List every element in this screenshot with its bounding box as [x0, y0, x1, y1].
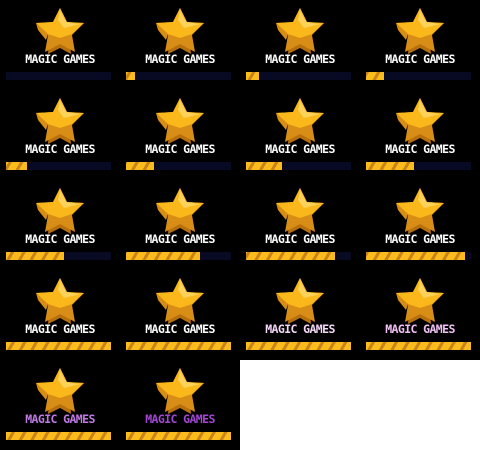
star-icon [394, 8, 446, 56]
progress-bar [126, 432, 231, 440]
progress-fill [246, 162, 282, 170]
progress-fill [246, 342, 351, 350]
logo-text: MAGIC GAMES [385, 232, 455, 246]
loading-frame: MAGIC GAMES [240, 270, 360, 360]
progress-bar [246, 342, 351, 350]
loading-frame: MAGIC GAMES [240, 180, 360, 270]
loading-frame: MAGIC GAMES [360, 180, 480, 270]
logo-text: MAGIC GAMES [145, 142, 215, 156]
progress-bar [126, 162, 231, 170]
logo-text: MAGIC GAMES [385, 322, 455, 336]
logo-text: MAGIC GAMES [145, 52, 215, 66]
loading-frame: MAGIC GAMES [120, 180, 240, 270]
star-icon [154, 8, 206, 56]
star-icon [34, 278, 86, 326]
progress-fill [366, 252, 465, 260]
logo-text: MAGIC GAMES [25, 232, 95, 246]
sprite-sheet: MAGIC GAMES MAGIC GAMES MAGIC GAMES MAGI… [0, 0, 480, 450]
loading-frame: MAGIC GAMES [120, 0, 240, 90]
star-icon [154, 368, 206, 416]
loading-frame: MAGIC GAMES [360, 0, 480, 90]
loading-frame: MAGIC GAMES [0, 360, 120, 450]
progress-fill [6, 162, 27, 170]
loading-frame: MAGIC GAMES [360, 270, 480, 360]
progress-fill [6, 342, 111, 350]
star-icon [154, 278, 206, 326]
loading-frame: MAGIC GAMES [360, 90, 480, 180]
star-icon [274, 98, 326, 146]
logo-text: MAGIC GAMES [145, 232, 215, 246]
loading-frame: MAGIC GAMES [0, 0, 120, 90]
logo-text: MAGIC GAMES [145, 322, 215, 336]
star-icon [34, 98, 86, 146]
star-icon [34, 188, 86, 236]
loading-frame: MAGIC GAMES [0, 180, 120, 270]
progress-fill [126, 162, 155, 170]
loading-frame: MAGIC GAMES [120, 360, 240, 450]
loading-frame: MAGIC GAMES [0, 90, 120, 180]
star-icon [394, 98, 446, 146]
logo-text: MAGIC GAMES [265, 142, 335, 156]
progress-fill [246, 72, 259, 80]
progress-bar [366, 252, 471, 260]
logo-text: MAGIC GAMES [145, 412, 215, 426]
progress-bar [366, 162, 471, 170]
logo-text: MAGIC GAMES [385, 52, 455, 66]
star-icon [154, 98, 206, 146]
progress-fill [126, 342, 231, 350]
progress-bar [366, 342, 471, 350]
star-icon [34, 8, 86, 56]
loading-frame: MAGIC GAMES [120, 270, 240, 360]
logo-text: MAGIC GAMES [265, 232, 335, 246]
star-icon [154, 188, 206, 236]
progress-fill [6, 432, 111, 440]
logo-text: MAGIC GAMES [25, 142, 95, 156]
progress-bar [366, 72, 471, 80]
logo-text: MAGIC GAMES [265, 322, 335, 336]
logo-text: MAGIC GAMES [25, 52, 95, 66]
progress-fill [6, 252, 64, 260]
progress-bar [126, 342, 231, 350]
progress-bar [126, 252, 231, 260]
progress-bar [246, 162, 351, 170]
progress-bar [126, 72, 231, 80]
star-icon [34, 368, 86, 416]
progress-fill [246, 252, 336, 260]
progress-bar [6, 342, 111, 350]
logo-text: MAGIC GAMES [385, 142, 455, 156]
progress-fill [366, 342, 471, 350]
loading-frame: MAGIC GAMES [0, 270, 120, 360]
progress-bar [246, 252, 351, 260]
progress-bar [246, 72, 351, 80]
progress-fill [366, 72, 384, 80]
star-icon [394, 278, 446, 326]
star-icon [274, 278, 326, 326]
star-icon [274, 188, 326, 236]
loading-frame: MAGIC GAMES [240, 0, 360, 90]
star-icon [274, 8, 326, 56]
progress-fill [126, 72, 136, 80]
logo-text: MAGIC GAMES [25, 322, 95, 336]
logo-text: MAGIC GAMES [265, 52, 335, 66]
progress-fill [366, 162, 415, 170]
progress-fill [126, 432, 231, 440]
progress-bar [6, 252, 111, 260]
logo-text: MAGIC GAMES [25, 412, 95, 426]
progress-bar [6, 162, 111, 170]
progress-bar [6, 432, 111, 440]
progress-fill [126, 252, 200, 260]
progress-bar [6, 72, 111, 80]
loading-frame: MAGIC GAMES [240, 90, 360, 180]
loading-frame: MAGIC GAMES [120, 90, 240, 180]
star-icon [394, 188, 446, 236]
